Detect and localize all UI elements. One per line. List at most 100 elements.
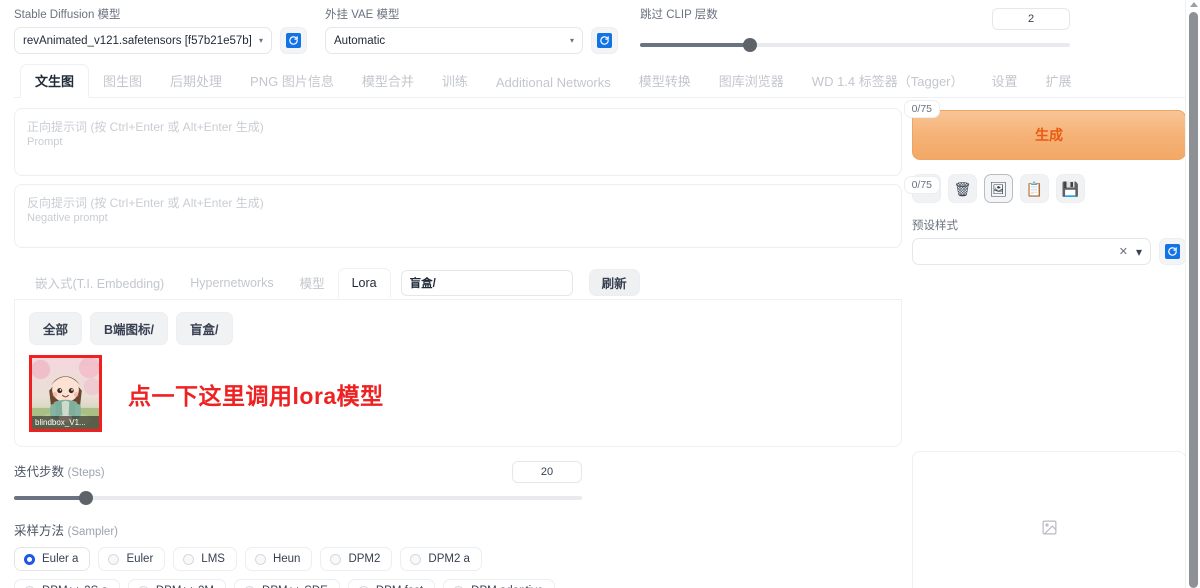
tab-hypernetworks[interactable]: Hypernetworks <box>177 269 286 297</box>
sampler-option-lms[interactable]: LMS <box>173 547 237 571</box>
page-scrollbar[interactable] <box>1185 0 1200 588</box>
refresh-vae-model-button[interactable] <box>591 27 618 54</box>
sampler-option-dpm2-a[interactable]: DPM2 a <box>400 547 482 571</box>
steps-value-input[interactable]: 20 <box>512 461 582 483</box>
tab-tagger[interactable]: WD 1.4 标签器（Tagger） <box>798 65 978 97</box>
refresh-sd-model-button[interactable] <box>280 27 307 54</box>
generate-button[interactable]: 生成 <box>912 110 1186 160</box>
lora-card-list: blindbox_V1... 点一下这里调用lora模型 <box>29 355 887 432</box>
sampler-option-dpmpp-sde[interactable]: DPM++ SDE <box>234 579 340 588</box>
sampler-option-label: LMS <box>201 553 225 565</box>
negative-prompt-placeholder-cn: 反向提示词 (按 Ctrl+Enter 或 Alt+Enter 生成) <box>27 195 889 211</box>
clip-skip-group: 跳过 CLIP 层数 2 <box>640 8 1070 54</box>
tab-png-info[interactable]: PNG 图片信息 <box>236 65 348 97</box>
positive-prompt-placeholder-cn: 正向提示词 (按 Ctrl+Enter 或 Alt+Enter 生成) <box>27 119 889 135</box>
radio-dot-icon <box>183 554 194 565</box>
clear-icon[interactable]: ✕ <box>1119 245 1128 258</box>
webui-page: Stable Diffusion 模型 revAnimated_v121.saf… <box>0 0 1200 588</box>
extra-networks-refresh-button[interactable]: 刷新 <box>589 269 640 296</box>
negative-token-counter: 0/75 <box>904 176 940 194</box>
styles-dropdown[interactable]: ✕ ▾ <box>912 238 1151 265</box>
positive-prompt-block: 0/75 正向提示词 (按 Ctrl+Enter 或 Alt+Enter 生成)… <box>14 108 902 176</box>
tab-textual-inversion[interactable]: 嵌入式(T.I. Embedding) <box>22 266 177 299</box>
tab-checkpoint-merger[interactable]: 模型合并 <box>348 65 428 97</box>
sampler-option-dpmpp-2s-a[interactable]: DPM++ 2S a <box>14 579 120 588</box>
refresh-icon <box>1165 244 1180 259</box>
top-model-bar: Stable Diffusion 模型 revAnimated_v121.saf… <box>0 0 1200 54</box>
refresh-icon <box>286 33 301 48</box>
save-style-floppy-icon[interactable]: 💾 <box>1056 174 1085 203</box>
sampler-option-label: Euler <box>126 553 153 565</box>
result-image-preview[interactable] <box>912 451 1186 588</box>
image-placeholder-icon <box>1041 519 1058 536</box>
lora-filter-all[interactable]: 全部 <box>29 312 82 345</box>
refresh-styles-button[interactable] <box>1159 238 1186 265</box>
lora-card-name: blindbox_V1... <box>32 416 99 429</box>
tab-img2img[interactable]: 图生图 <box>89 65 156 97</box>
sd-model-select[interactable]: revAnimated_v121.safetensors [f57b21e57b… <box>14 27 272 54</box>
tab-train[interactable]: 训练 <box>428 65 482 97</box>
extra-networks-search-input[interactable]: 盲盒/ <box>401 270 573 296</box>
tab-additional-networks[interactable]: Additional Networks <box>482 69 625 97</box>
negative-prompt-input[interactable]: 反向提示词 (按 Ctrl+Enter 或 Alt+Enter 生成) Nega… <box>14 184 902 248</box>
sampler-option-euler-a[interactable]: Euler a <box>14 547 90 571</box>
chevron-down-icon: ▾ <box>570 37 574 45</box>
tab-model-converter[interactable]: 模型转换 <box>625 65 705 97</box>
sampler-label-en: (Sampler) <box>68 526 118 538</box>
radio-dot-icon <box>24 554 35 565</box>
scrollbar-thumb[interactable] <box>1189 12 1198 588</box>
sampler-label: 采样方法 (Sampler) <box>14 520 582 539</box>
positive-prompt-placeholder-en: Prompt <box>27 135 889 150</box>
tab-settings[interactable]: 设置 <box>978 65 1032 97</box>
tab-checkpoints[interactable]: 模型 <box>287 266 338 299</box>
clip-skip-slider[interactable] <box>640 36 1070 54</box>
slider-knob[interactable] <box>743 38 757 52</box>
lora-filter-chips: 全部 B端图标/ 盲盒/ <box>29 312 887 345</box>
sampler-option-heun[interactable]: Heun <box>245 547 313 571</box>
tab-lora[interactable]: Lora <box>338 268 391 298</box>
vae-model-group: 外挂 VAE 模型 Automatic ▾ <box>325 8 583 54</box>
extra-networks-icon[interactable]: 🖼 <box>984 174 1013 203</box>
lora-panel-body: 全部 B端图标/ 盲盒/ <box>14 300 902 447</box>
lora-filter-bduan-icons[interactable]: B端图标/ <box>90 312 168 345</box>
tab-txt2img[interactable]: 文生图 <box>20 64 89 98</box>
chevron-down-icon: ▾ <box>1136 245 1142 259</box>
scroll-up-arrow-icon[interactable] <box>1190 2 1198 7</box>
vae-model-value: Automatic <box>334 35 385 47</box>
tab-extras[interactable]: 后期处理 <box>156 65 236 97</box>
sampler-option-dpm2[interactable]: DPM2 <box>320 547 392 571</box>
prompt-tools-row: ↙ 🗑 🖼 📋 💾 <box>912 174 1186 203</box>
sampler-option-euler[interactable]: Euler <box>98 547 165 571</box>
clear-prompt-trash-icon[interactable]: 🗑 <box>948 174 977 203</box>
extra-networks-panel: 嵌入式(T.I. Embedding) Hypernetworks 模型 Lor… <box>14 266 902 447</box>
negative-prompt-placeholder-en: Negative prompt <box>27 211 889 226</box>
refresh-icon <box>597 33 612 48</box>
radio-dot-icon <box>108 554 119 565</box>
lora-card-blindbox[interactable]: blindbox_V1... <box>29 355 102 432</box>
vae-model-select[interactable]: Automatic ▾ <box>325 27 583 54</box>
steps-label-en: (Steps) <box>68 467 105 479</box>
paste-clipboard-icon[interactable]: 📋 <box>1020 174 1049 203</box>
sampler-option-dpm-adaptive[interactable]: DPM adaptive <box>443 579 555 588</box>
tab-extensions[interactable]: 扩展 <box>1032 65 1086 97</box>
sampler-option-dpm-fast[interactable]: DPM fast <box>348 579 435 588</box>
lora-filter-blindbox[interactable]: 盲盒/ <box>176 312 232 345</box>
slider-knob[interactable] <box>79 491 93 505</box>
sampler-option-label: DPM2 a <box>428 553 470 565</box>
styles-row: ✕ ▾ <box>912 238 1186 265</box>
steps-slider[interactable] <box>14 489 582 507</box>
sd-model-group: Stable Diffusion 模型 revAnimated_v121.saf… <box>14 8 272 54</box>
sampler-option-dpmpp-2m[interactable]: DPM++ 2M <box>128 579 226 588</box>
extra-networks-tab-bar: 嵌入式(T.I. Embedding) Hypernetworks 模型 Lor… <box>14 266 902 300</box>
main-tab-bar: 文生图 图生图 后期处理 PNG 图片信息 模型合并 训练 Additional… <box>14 64 1186 98</box>
sampler-radio-group: Euler a Euler LMS Heun DPM2 DPM2 a <box>14 547 594 588</box>
positive-prompt-input[interactable]: 正向提示词 (按 Ctrl+Enter 或 Alt+Enter 生成) Prom… <box>14 108 902 176</box>
sampler-option-label: DPM2 <box>348 553 380 565</box>
radio-dot-icon <box>255 554 266 565</box>
sampler-option-label: Heun <box>273 553 301 565</box>
clip-skip-value-input[interactable]: 2 <box>992 8 1070 30</box>
clip-skip-label: 跳过 CLIP 层数 <box>640 8 718 22</box>
slider-fill <box>14 496 88 500</box>
tab-image-browser[interactable]: 图库浏览器 <box>705 65 798 97</box>
vae-model-label: 外挂 VAE 模型 <box>325 8 583 22</box>
